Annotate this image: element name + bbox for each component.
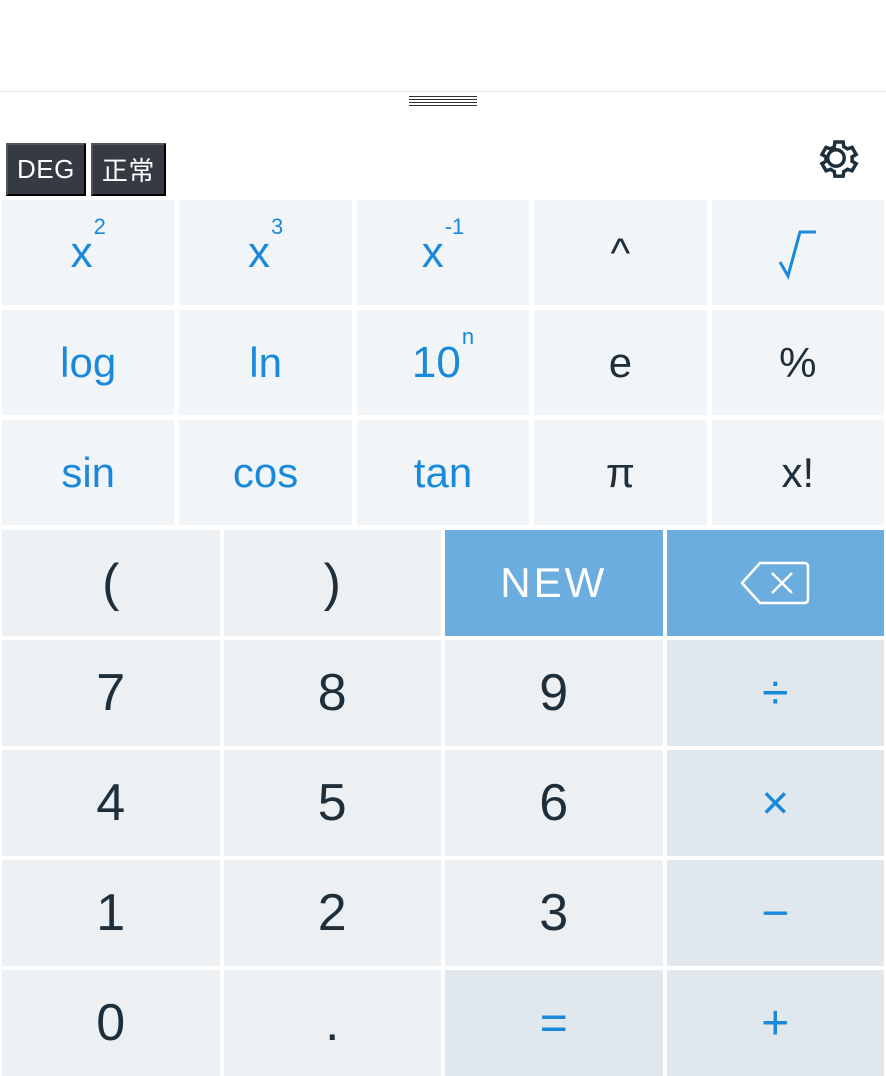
calculator-display xyxy=(0,0,886,92)
main-key-grid: ( ) NEW 7 8 9 ÷ 4 5 6 × 1 2 3 − 0 . = + xyxy=(0,530,886,1076)
pi-constant-button[interactable]: π xyxy=(534,420,706,525)
backspace-button[interactable] xyxy=(667,530,885,636)
digit-6-button[interactable]: 6 xyxy=(445,750,663,856)
digit-7-button[interactable]: 7 xyxy=(2,640,220,746)
ln-button[interactable]: ln xyxy=(179,310,351,415)
digit-9-button[interactable]: 9 xyxy=(445,640,663,746)
digit-1-button[interactable]: 1 xyxy=(2,860,220,966)
display-mode-button[interactable]: 正常 xyxy=(91,143,166,196)
digit-2-button[interactable]: 2 xyxy=(224,860,442,966)
plus-button[interactable]: + xyxy=(667,970,885,1076)
btn-label: 10 xyxy=(412,338,461,387)
sin-button[interactable]: sin xyxy=(2,420,174,525)
x-inverse-button[interactable]: x-1 xyxy=(357,200,529,305)
x-cubed-button[interactable]: x3 xyxy=(179,200,351,305)
e-constant-button[interactable]: e xyxy=(534,310,706,415)
decimal-point-button[interactable]: . xyxy=(224,970,442,1076)
angle-mode-button[interactable]: DEG xyxy=(6,143,86,196)
divide-button[interactable]: ÷ xyxy=(667,640,885,746)
panel-divider xyxy=(0,92,886,114)
right-paren-button[interactable]: ) xyxy=(224,530,442,636)
digit-4-button[interactable]: 4 xyxy=(2,750,220,856)
percent-button[interactable]: % xyxy=(712,310,884,415)
btn-sup: 3 xyxy=(271,214,283,239)
settings-button[interactable] xyxy=(810,132,862,184)
btn-sup: n xyxy=(462,324,474,349)
digit-0-button[interactable]: 0 xyxy=(2,970,220,1076)
btn-label: x xyxy=(71,228,93,277)
btn-sup: 2 xyxy=(94,214,106,239)
ten-power-n-button[interactable]: 10n xyxy=(357,310,529,415)
function-key-grid: x2 x3 x-1 ^ log ln 10n e % sin cos tan π… xyxy=(0,200,886,525)
digit-5-button[interactable]: 5 xyxy=(224,750,442,856)
tan-button[interactable]: tan xyxy=(357,420,529,525)
backspace-icon xyxy=(738,559,812,607)
factorial-button[interactable]: x! xyxy=(712,420,884,525)
btn-label: x xyxy=(248,228,270,277)
equals-button[interactable]: = xyxy=(445,970,663,1076)
cos-button[interactable]: cos xyxy=(179,420,351,525)
sqrt-icon xyxy=(776,226,820,280)
drag-handle-icon[interactable] xyxy=(409,96,477,106)
left-paren-button[interactable]: ( xyxy=(2,530,220,636)
power-button[interactable]: ^ xyxy=(534,200,706,305)
digit-3-button[interactable]: 3 xyxy=(445,860,663,966)
status-row: DEG 正常 xyxy=(0,114,886,200)
btn-label: x xyxy=(422,228,444,277)
new-button[interactable]: NEW xyxy=(445,530,663,636)
btn-sup: -1 xyxy=(445,214,465,239)
x-squared-button[interactable]: x2 xyxy=(2,200,174,305)
gear-icon xyxy=(810,132,862,184)
log-button[interactable]: log xyxy=(2,310,174,415)
minus-button[interactable]: − xyxy=(667,860,885,966)
sqrt-button[interactable] xyxy=(712,200,884,305)
multiply-button[interactable]: × xyxy=(667,750,885,856)
digit-8-button[interactable]: 8 xyxy=(224,640,442,746)
